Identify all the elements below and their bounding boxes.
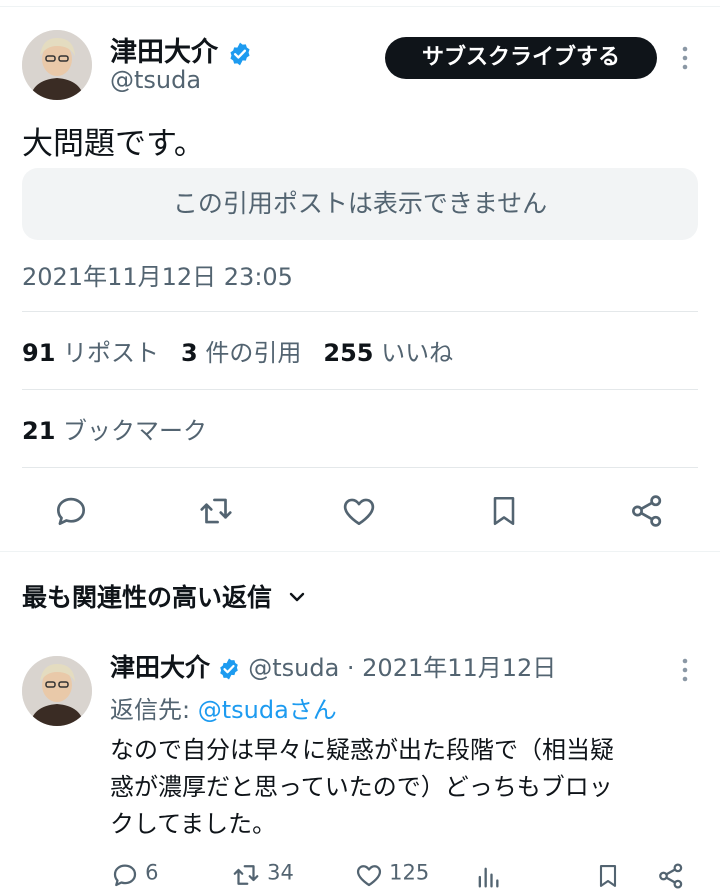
bookmarks-stat[interactable]: 21 ブックマーク [22, 411, 207, 446]
replies-sort-dropdown[interactable]: 最も関連性の高い返信 [22, 578, 307, 614]
reply-verified-badge-icon [220, 658, 238, 679]
repost-icon[interactable] [196, 492, 236, 530]
reply-icon [113, 864, 137, 887]
reply-share-icon[interactable] [656, 860, 686, 892]
reply-text: なので自分は早々に疑惑が出た段階で（相当疑 惑が濃厚だと思っていたので）どっちも… [110, 732, 710, 843]
reply-icon[interactable] [52, 492, 90, 530]
replies-sort-label: 最も関連性の高い返信 [22, 583, 273, 612]
reply-bookmark-icon[interactable] [594, 860, 622, 892]
engagement-stats: 91 リポスト 3 件の引用 255 いいね [22, 333, 475, 368]
section-divider [0, 551, 720, 552]
author-handle[interactable]: @tsuda [110, 66, 201, 94]
bookmark-icon[interactable] [486, 492, 522, 530]
reply-text-line: クしてました。 [110, 810, 277, 838]
quotes-count: 3 [181, 339, 198, 367]
divider-1 [22, 311, 698, 312]
analytics-icon[interactable] [474, 862, 502, 892]
action-bar [0, 490, 720, 534]
reply-avatar-image [22, 656, 92, 726]
avatar-image [22, 30, 92, 100]
likes-label: いいね [381, 339, 454, 367]
like-icon[interactable] [340, 492, 378, 530]
tweet-text: 大問題です。 [22, 126, 205, 162]
chevron-down-icon [289, 592, 304, 602]
reply-meta[interactable]: @tsuda · 2021年11月12日 [248, 654, 556, 682]
reply-to-mention[interactable]: @tsudaさん [198, 696, 337, 724]
reply-to-prefix: 返信先: [110, 696, 198, 724]
reply-reposts-metric[interactable]: 34 [230, 860, 294, 890]
reply-text-line: 惑が濃厚だと思っていたので）どっちもブロッ [110, 773, 613, 801]
likes-stat[interactable]: 255 いいね [323, 339, 453, 367]
reply-likes-metric[interactable]: 125 [354, 860, 429, 890]
author-name[interactable]: 津田大介 [110, 37, 218, 68]
reposts-label: リポスト [63, 339, 160, 367]
reposts-count: 91 [22, 339, 56, 367]
reply-replies-count: 6 [145, 860, 159, 885]
quotes-label: 件の引用 [205, 339, 302, 367]
reply-author-avatar[interactable] [22, 656, 92, 726]
reply-to-line: 返信先: @tsudaさん [110, 690, 337, 725]
tweet-timestamp[interactable]: 2021年11月12日 23:05 [22, 257, 293, 292]
reply-reposts-count: 34 [267, 860, 294, 885]
reply-more-options-icon[interactable] [676, 656, 694, 684]
quotes-stat[interactable]: 3 件の引用 [181, 339, 301, 367]
divider-3 [22, 467, 698, 468]
likes-count: 255 [323, 339, 374, 367]
bookmarks-count: 21 [22, 417, 56, 445]
share-icon[interactable] [628, 492, 666, 530]
quote-unavailable-box: この引用ポストは表示できません [22, 168, 698, 240]
repost-icon [233, 865, 259, 885]
verified-badge-icon [230, 42, 250, 65]
reply-header: 津田大介 @tsuda · 2021年11月12日 [110, 648, 556, 684]
reply-metrics-bar: 6 34 125 [0, 858, 720, 896]
reply-replies-metric[interactable]: 6 [110, 860, 158, 890]
reposts-stat[interactable]: 91 リポスト [22, 339, 159, 367]
bookmarks-label: ブックマーク [63, 417, 208, 445]
divider-2 [22, 389, 698, 390]
subscribe-button[interactable]: サブスクライブする [385, 37, 657, 79]
reply-author-name[interactable]: 津田大介 [110, 653, 210, 682]
like-icon [356, 865, 382, 887]
top-divider [0, 6, 720, 7]
more-options-icon[interactable] [676, 44, 694, 72]
reply-text-line: なので自分は早々に疑惑が出た段階で（相当疑 [110, 736, 614, 764]
author-name-row[interactable]: 津田大介 [110, 30, 253, 69]
author-avatar[interactable] [22, 30, 92, 100]
reply-likes-count: 125 [389, 860, 430, 885]
